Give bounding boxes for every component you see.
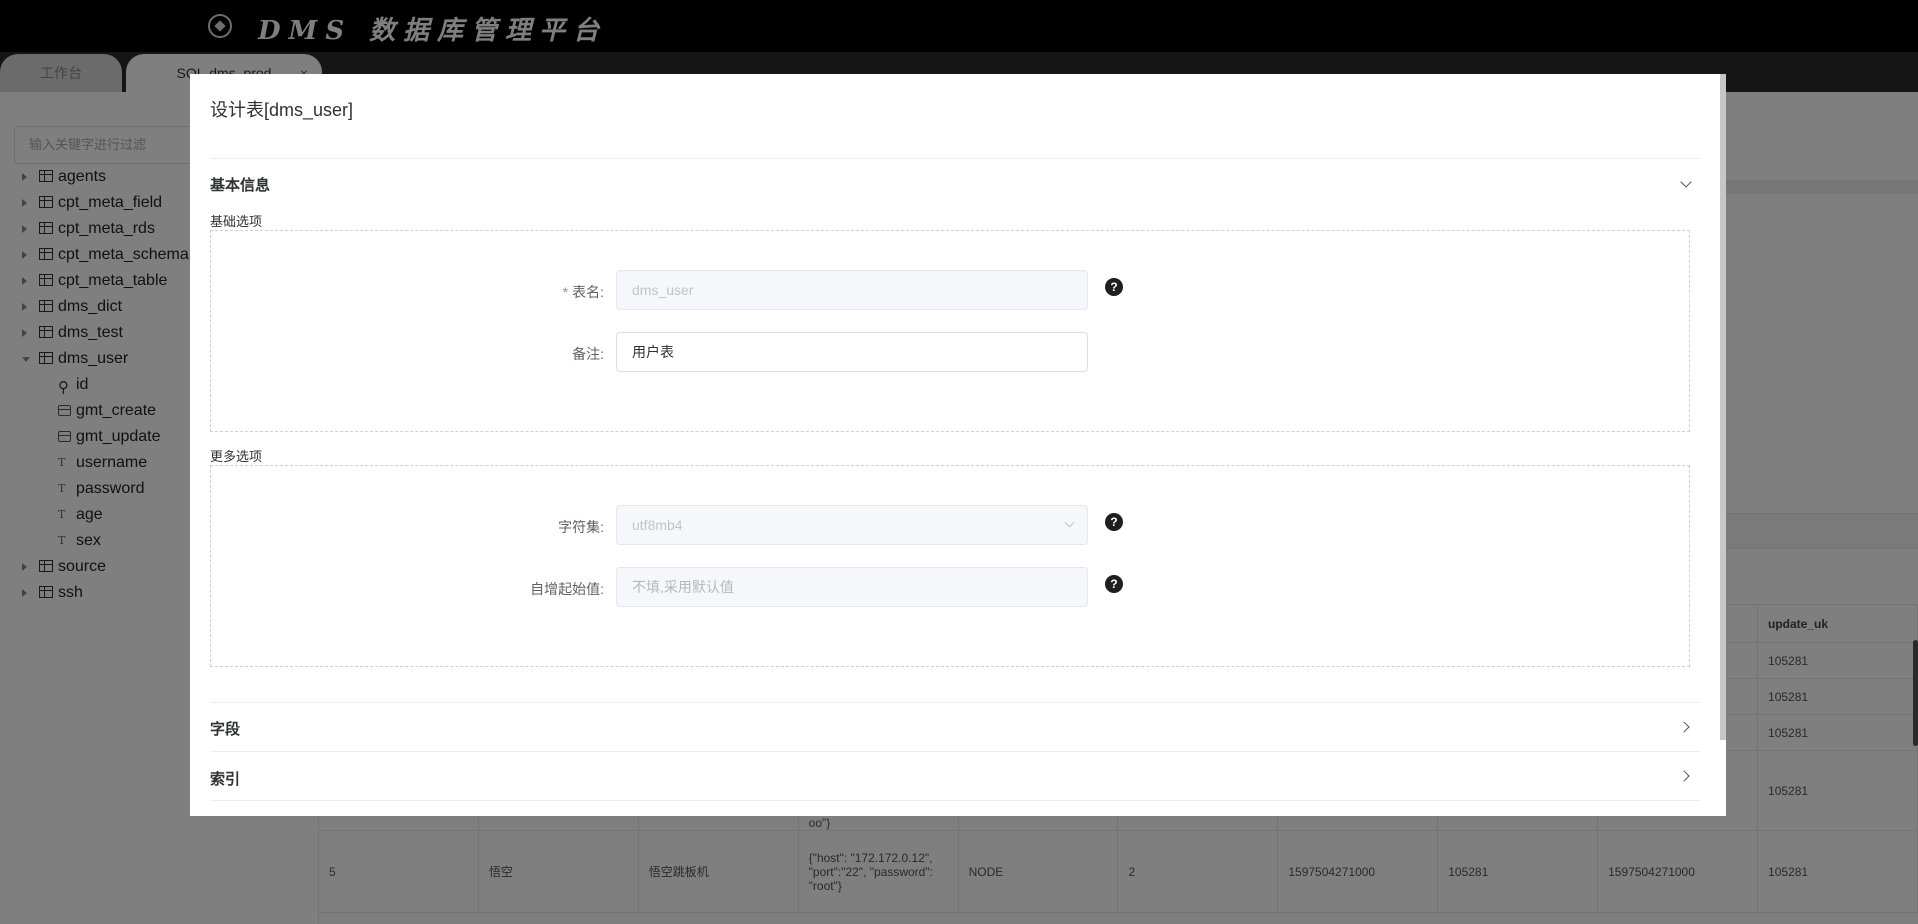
label-text: 表名:: [572, 284, 604, 300]
chevron-down-icon: [1064, 517, 1075, 528]
section-fields[interactable]: 字段: [210, 718, 240, 739]
divider: [210, 751, 1700, 752]
remark-field[interactable]: 用户表: [616, 332, 1088, 372]
auto-increment-label: 自增起始值:: [530, 581, 604, 597]
help-icon[interactable]: ?: [1105, 513, 1123, 531]
divider: [210, 702, 1700, 703]
basic-options-box: [210, 230, 1690, 432]
section-index[interactable]: 索引: [210, 768, 240, 789]
table-name-field[interactable]: dms_user: [616, 270, 1088, 310]
help-icon[interactable]: ?: [1105, 575, 1123, 593]
table-name-label: * 表名:: [404, 282, 604, 302]
chevron-right-icon[interactable]: [1678, 721, 1690, 733]
remark-label: 备注:: [572, 346, 604, 362]
select-value: utf8mb4: [632, 517, 683, 533]
dialog-scrollbar[interactable]: [1720, 74, 1726, 740]
help-icon[interactable]: ?: [1105, 278, 1123, 296]
chevron-down-icon[interactable]: [1680, 176, 1692, 188]
divider: [210, 800, 1700, 801]
dialog-title: 设计表[dms_user]: [210, 100, 354, 120]
chevron-right-icon[interactable]: [1678, 770, 1690, 782]
more-options-box: [210, 465, 1690, 667]
subsection-more-options: 更多选项: [210, 449, 263, 464]
auto-increment-field[interactable]: 不填,采用默认值: [616, 567, 1088, 607]
subsection-basic-options: 基础选项: [210, 214, 263, 229]
required-mark: *: [562, 284, 569, 300]
charset-select[interactable]: utf8mb4: [616, 505, 1088, 545]
divider: [210, 158, 1700, 159]
section-basic-info[interactable]: 基本信息: [210, 174, 270, 195]
charset-label: 字符集:: [558, 519, 604, 535]
design-table-dialog: 设计表[dms_user] 基本信息 基础选项 * 表名: dms_user ? …: [190, 74, 1726, 816]
